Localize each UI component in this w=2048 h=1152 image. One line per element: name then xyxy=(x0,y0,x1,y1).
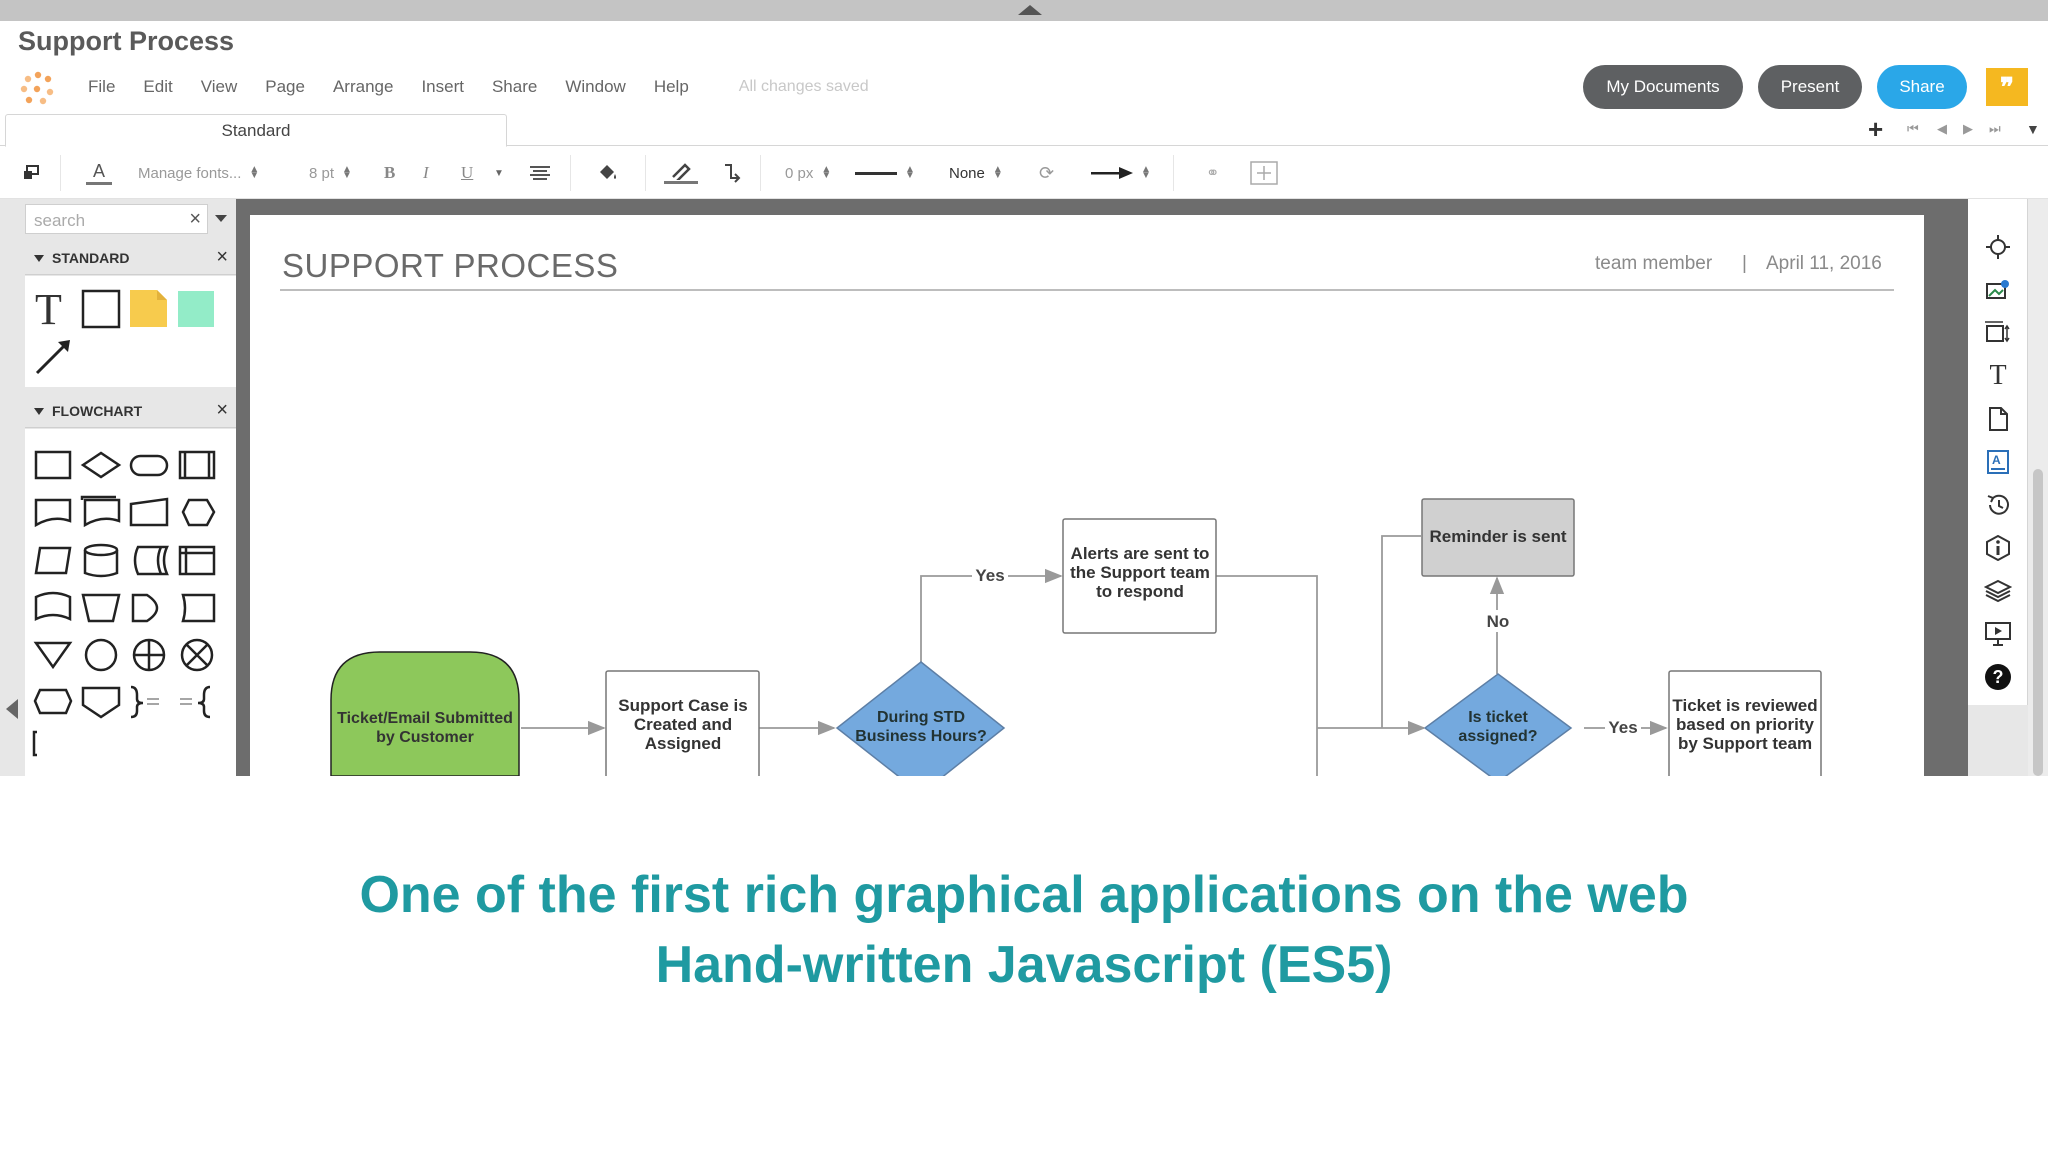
node-label-line: assigned? xyxy=(1458,728,1537,745)
text-style-icon[interactable]: T xyxy=(1978,359,2018,393)
ticket-assigned-decision[interactable]: Is ticket assigned? xyxy=(1423,673,1573,776)
node-label-line: Reminder is sent xyxy=(1430,527,1567,546)
presentation-icon[interactable] xyxy=(1978,617,2018,651)
node-label-line: Ticket is reviewed xyxy=(1672,696,1817,715)
yes-label: Yes xyxy=(1608,718,1637,737)
node-label-line: by Support team xyxy=(1678,734,1812,753)
node-label-line: Assigned xyxy=(645,734,722,753)
app-window: Support Process File Edit View Page Arra… xyxy=(0,0,2048,776)
reminder-node[interactable]: Reminder is sent xyxy=(1421,498,1575,577)
node-label-line: During STD xyxy=(877,709,965,726)
caption-line-2: Hand-written Javascript (ES5) xyxy=(655,936,1393,994)
yes-label: Yes xyxy=(975,566,1004,585)
node-label-line: Is ticket xyxy=(1468,709,1528,726)
revision-history-icon[interactable] xyxy=(1978,488,2018,522)
business-hours-decision[interactable]: During STD Business Hours? xyxy=(835,661,1006,776)
theme-icon[interactable]: A xyxy=(1978,445,2018,479)
case-created-node[interactable]: Support Case is Created and Assigned xyxy=(605,670,760,776)
help-icon[interactable]: ? xyxy=(1978,660,2018,694)
node-label-line: based on priority xyxy=(1676,715,1814,734)
node-label-line: to respond xyxy=(1096,582,1184,601)
connector-yes[interactable] xyxy=(920,568,1063,662)
node-label-line: the Support team xyxy=(1070,563,1210,582)
node-label-line: Support Case is xyxy=(618,696,747,715)
connector[interactable] xyxy=(1381,535,1421,728)
vertical-scrollbar[interactable] xyxy=(2028,199,2048,776)
node-label-line: Business Hours? xyxy=(855,728,987,745)
layers-icon[interactable] xyxy=(1978,574,2018,608)
node-label-line: Created and xyxy=(634,715,732,734)
start-node[interactable]: Ticket/Email Submitted by Customer xyxy=(330,651,520,776)
svg-text:?: ? xyxy=(1993,667,2004,687)
image-icon[interactable] xyxy=(1978,273,2018,307)
page-size-icon[interactable] xyxy=(1978,316,2018,350)
svg-text:A: A xyxy=(1992,453,2001,467)
node-label-line: by Customer xyxy=(376,729,474,746)
node-label-line: Alerts are sent to xyxy=(1071,544,1210,563)
ticket-reviewed-node[interactable]: Ticket is reviewed based on priority by Su… xyxy=(1668,670,1822,776)
node-label-line: Ticket/Email Submitted xyxy=(337,710,513,727)
scrollbar-thumb[interactable] xyxy=(2033,469,2043,776)
crosshair-icon[interactable] xyxy=(1978,230,2018,264)
page-icon[interactable] xyxy=(1978,402,2018,436)
caption-line-1: One of the first rich graphical applicat… xyxy=(359,866,1689,924)
info-icon[interactable] xyxy=(1978,531,2018,565)
node-label: Reminder is sent xyxy=(1430,527,1567,546)
node-label: Ticket is reviewed based on priority by Su… xyxy=(1672,696,1817,753)
flowchart-diagram: Yes No Yes Ticket/Email Submitted by Cust… xyxy=(330,498,1822,776)
connector[interactable] xyxy=(1216,575,1318,776)
alerts-node[interactable]: Alerts are sent to the Support team to res… xyxy=(1062,518,1217,634)
slide-caption: One of the first rich graphical applicat… xyxy=(0,860,2048,1000)
no-label: No xyxy=(1487,612,1510,631)
